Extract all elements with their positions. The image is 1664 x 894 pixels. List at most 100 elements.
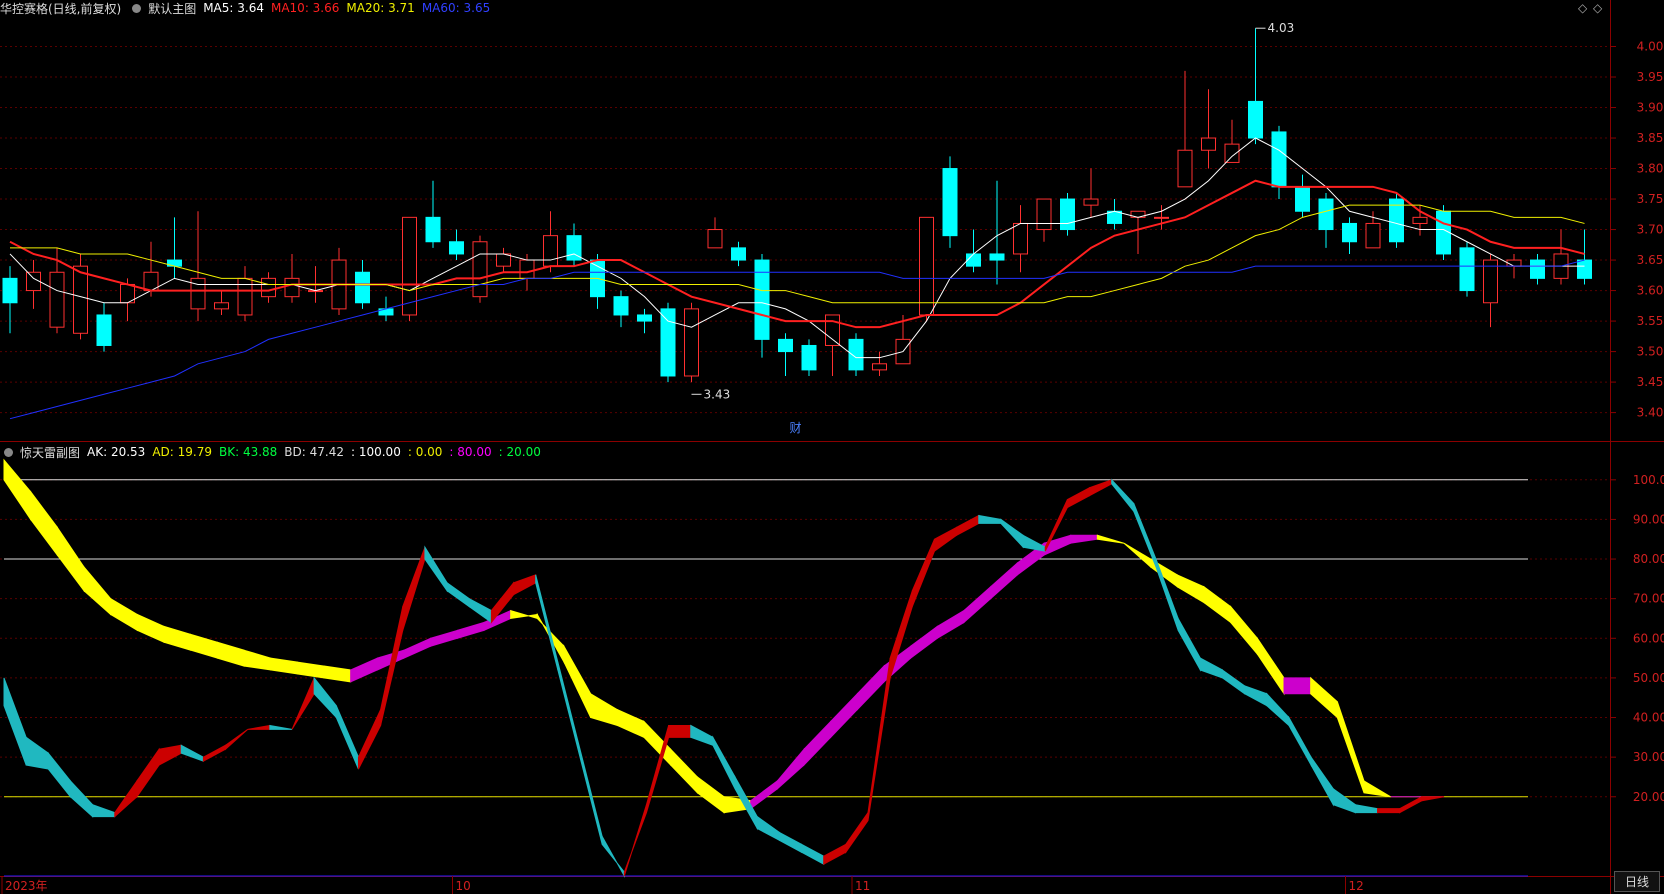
ak-ribbon-segment — [845, 811, 869, 854]
candle-body — [942, 168, 958, 237]
bk-ribbon-segment — [670, 747, 698, 795]
candle-body — [355, 271, 370, 304]
candle-body — [1083, 198, 1099, 206]
candle-body — [402, 216, 417, 316]
ak-ribbon-segment — [180, 744, 204, 762]
ak-ribbon-segment — [269, 724, 293, 730]
bk-ribbon-segment — [910, 625, 938, 660]
y-tick-label: 50.00 — [1633, 671, 1664, 685]
stock-chart[interactable]: 4.00 3.95 3.90 3.85 3.80 3.75 3.70 3.65 3.60 3.55… — [0, 0, 1664, 894]
candle-body — [49, 271, 65, 328]
ak-ribbon-segment — [357, 709, 382, 770]
bk-ribbon-segment — [856, 664, 885, 711]
candle-body — [1318, 198, 1334, 231]
bk-ribbon-segment — [1363, 780, 1391, 798]
bk-ribbon-segment — [803, 720, 832, 767]
y-tick-label: 3.80 — [1637, 162, 1664, 176]
ma-line-ma5 — [9, 137, 1585, 359]
bk-ribbon-segment — [163, 625, 192, 651]
y-tick-label: 70.00 — [1633, 592, 1664, 606]
candle-body — [1342, 222, 1357, 243]
ak-ribbon-segment — [468, 597, 492, 624]
ak-ribbon-segment — [1000, 518, 1024, 549]
ak-ribbon-segment — [69, 779, 94, 818]
extreme-label: 4.03 — [1268, 21, 1295, 35]
y-tick-label: 3.50 — [1637, 345, 1664, 359]
bk-ribbon-segment — [1283, 677, 1312, 695]
ak-ribbon-segment — [424, 545, 448, 593]
y-tick-label: 100.0 — [1633, 473, 1664, 487]
ak-ribbon-segment — [756, 815, 780, 842]
candle-body — [801, 344, 817, 371]
ak-ribbon-segment — [3, 677, 27, 766]
ak-ribbon-segment — [313, 676, 337, 719]
ak-ribbon-segment — [823, 843, 847, 865]
candle-body — [1459, 247, 1475, 292]
extreme-label: 3.43 — [704, 387, 731, 401]
candle-body — [284, 277, 300, 298]
x-tick-label: 2023年 — [5, 879, 48, 893]
bk-ribbon-segment — [1096, 534, 1125, 544]
candle-body — [519, 259, 535, 279]
candle-body — [449, 241, 464, 255]
y-tick-label: 3.95 — [1637, 70, 1664, 84]
x-tick-label: 12 — [1349, 879, 1364, 893]
ak-ribbon-segment — [1244, 685, 1268, 707]
y-tick-label: 3.40 — [1637, 406, 1664, 420]
bk-ribbon-segment — [1123, 542, 1152, 569]
candle-body — [472, 241, 488, 298]
candle-body — [613, 296, 629, 316]
bk-ribbon-segment — [1336, 701, 1365, 793]
bk-ribbon-segment — [110, 597, 138, 632]
ak-ribbon-segment — [1354, 804, 1379, 814]
bk-ribbon-segment — [243, 649, 272, 671]
ak-ribbon-segment — [535, 574, 559, 671]
ak-ribbon-segment — [1199, 657, 1223, 679]
ak-ribbon-segment — [801, 843, 825, 865]
candle-body — [73, 265, 88, 334]
candle-body — [1224, 143, 1240, 163]
candle-body — [1177, 149, 1193, 188]
x-tick-label: 11 — [855, 879, 870, 893]
candle-body — [1036, 198, 1052, 231]
y-tick-label: 3.65 — [1637, 253, 1664, 267]
candle-body — [214, 302, 229, 310]
y-tick-label: 3.75 — [1637, 192, 1664, 206]
candle-body — [237, 277, 253, 316]
bk-ribbon-segment — [696, 775, 725, 814]
ak-ribbon-segment — [690, 724, 714, 746]
candle-body — [1107, 210, 1122, 224]
candle-body — [1295, 186, 1310, 212]
finance-marker-label: 财 — [790, 421, 802, 435]
bk-ribbon-segment — [750, 779, 778, 810]
bk-ribbon-segment — [590, 692, 618, 727]
bk-ribbon-segment — [1230, 605, 1258, 656]
candle-body — [825, 314, 840, 346]
candle-body — [989, 253, 1005, 261]
ak-ribbon-segment — [1066, 486, 1091, 509]
bk-ribbon-segment — [350, 657, 378, 683]
bk-ribbon-segment — [430, 629, 458, 647]
y-tick-label: 3.85 — [1637, 131, 1664, 145]
y-tick-label: 80.00 — [1633, 552, 1664, 566]
y-tick-label: 3.70 — [1637, 223, 1664, 237]
candle-body — [848, 338, 864, 371]
ak-ribbon-segment — [25, 736, 49, 770]
bk-ribbon-segment — [456, 621, 485, 639]
y-tick-label: 3.90 — [1637, 101, 1664, 115]
ak-ribbon-segment — [402, 546, 426, 631]
candle-body — [261, 277, 276, 298]
y-tick-label: 60.00 — [1633, 631, 1664, 645]
ak-ribbon-segment — [1399, 795, 1423, 814]
ak-ribbon-segment — [446, 581, 470, 608]
bk-ribbon-segment — [323, 665, 352, 683]
bk-ribbon-segment — [830, 692, 858, 739]
bk-ribbon-segment — [3, 458, 32, 522]
bk-ribbon-segment — [963, 585, 992, 624]
period-button[interactable]: 日线 — [1613, 871, 1660, 892]
ak-ribbon-segment — [1177, 616, 1201, 672]
ak-ribbon-segment — [1221, 669, 1246, 695]
ak-ribbon-segment — [1332, 787, 1356, 814]
bk-ribbon-segment — [1203, 585, 1232, 624]
bk-ribbon-segment — [30, 490, 58, 557]
